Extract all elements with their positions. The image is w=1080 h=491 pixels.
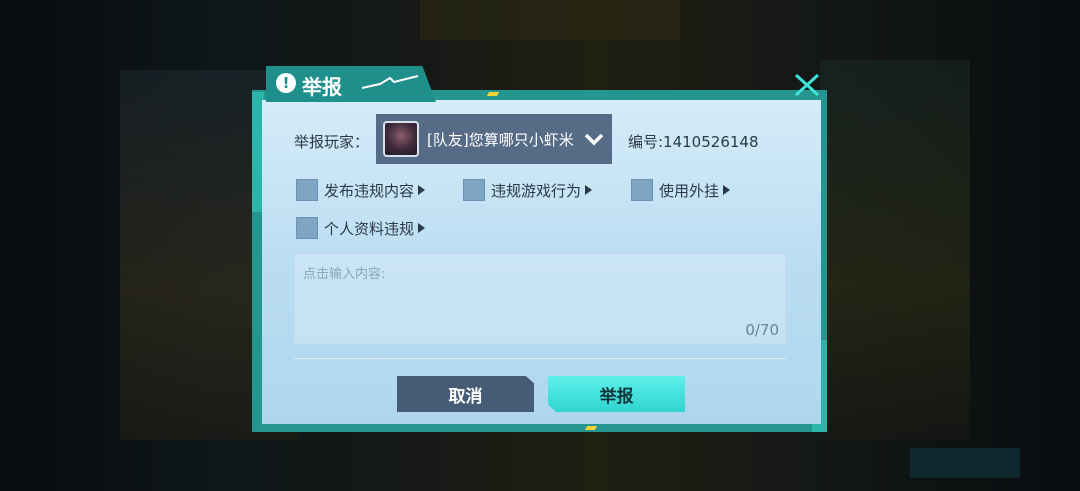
input-placeholder: 点击输入内容: — [303, 267, 386, 282]
option-label: 发布违规内容 — [324, 181, 415, 200]
option-profile-violation[interactable]: 个人资料违规 — [296, 217, 426, 239]
dialog-title: 举报 — [302, 75, 342, 99]
arrow-right-icon — [585, 185, 593, 195]
checkbox[interactable] — [296, 179, 318, 201]
option-game-behavior[interactable]: 违规游戏行为 — [463, 179, 593, 201]
report-player-label: 举报玩家： — [294, 133, 370, 151]
checkbox[interactable] — [463, 179, 485, 201]
option-post-violation[interactable]: 发布违规内容 — [296, 179, 426, 201]
alert-icon: ! — [276, 73, 296, 93]
arrow-right-icon — [418, 223, 426, 233]
selected-player-name: [队友]您算哪只小虾米 — [427, 130, 574, 149]
close-icon[interactable] — [793, 72, 821, 98]
char-counter: 0/70 — [745, 321, 779, 339]
checkbox[interactable] — [631, 179, 653, 201]
report-text-input[interactable]: 点击输入内容: 0/70 — [294, 254, 786, 344]
arrow-right-icon — [723, 185, 731, 195]
option-cheating[interactable]: 使用外挂 — [631, 179, 731, 201]
report-button[interactable]: 举报 — [548, 376, 685, 412]
cancel-button[interactable]: 取消 — [397, 376, 534, 412]
checkbox[interactable] — [296, 217, 318, 239]
arrow-right-icon — [418, 185, 426, 195]
avatar — [383, 121, 419, 157]
player-dropdown[interactable]: [队友]您算哪只小虾米 — [376, 114, 612, 164]
player-id: 编号:1410526148 — [628, 133, 759, 151]
option-label: 个人资料违规 — [324, 219, 415, 238]
chevron-down-icon — [584, 133, 603, 146]
title-decoration — [361, 75, 419, 89]
divider — [294, 358, 786, 359]
option-label: 违规游戏行为 — [491, 181, 582, 200]
option-label: 使用外挂 — [659, 181, 720, 200]
